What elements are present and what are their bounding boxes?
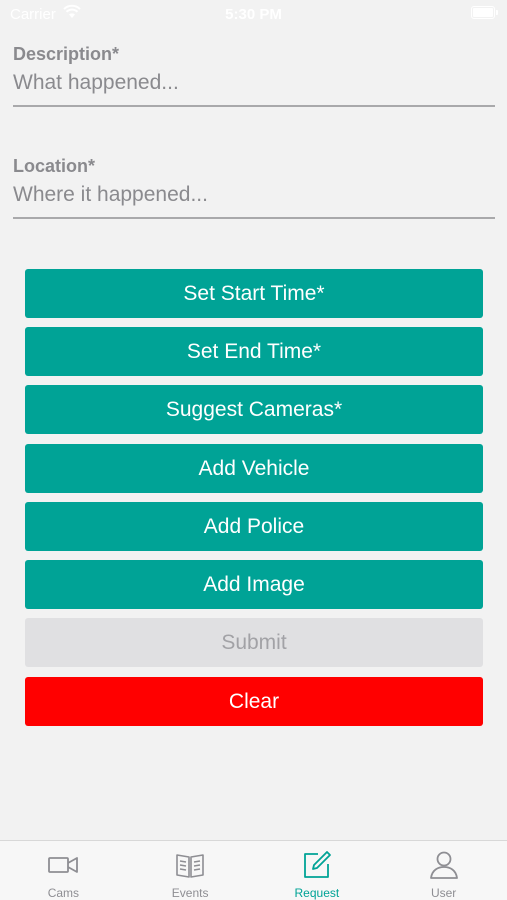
user-icon — [429, 851, 458, 879]
add-image-button[interactable]: Add Image — [25, 560, 483, 609]
add-vehicle-button[interactable]: Add Vehicle — [25, 444, 483, 493]
battery-icon — [471, 6, 498, 19]
edit-icon — [303, 851, 331, 878]
set-end-time-button[interactable]: Set End Time* — [25, 327, 483, 376]
tab-events[interactable]: Events — [127, 841, 254, 900]
tab-user[interactable]: User — [380, 841, 507, 900]
location-input[interactable] — [13, 177, 495, 219]
status-bar: Carrier 5:30 PM — [0, 0, 507, 30]
book-icon — [176, 854, 204, 878]
description-input[interactable] — [13, 65, 495, 107]
add-police-button[interactable]: Add Police — [25, 502, 483, 551]
description-field: Description* — [13, 44, 495, 107]
tab-request[interactable]: Request — [254, 841, 381, 900]
location-label: Location* — [13, 156, 96, 176]
request-screen: Carrier 5:30 PM Description* Location* S… — [0, 0, 507, 900]
tab-bar: Cams Events Request User — [0, 840, 507, 900]
tab-cams[interactable]: Cams — [0, 841, 127, 900]
description-label: Description* — [13, 44, 120, 64]
suggest-cameras-button[interactable]: Suggest Cameras* — [25, 385, 483, 434]
clock: 5:30 PM — [225, 6, 282, 23]
video-camera-icon — [48, 857, 79, 873]
tab-request-label: Request — [294, 886, 340, 900]
submit-button[interactable]: Submit — [25, 618, 483, 667]
set-start-time-button[interactable]: Set Start Time* — [25, 269, 483, 318]
clear-button[interactable]: Clear — [25, 677, 483, 726]
location-field: Location* — [13, 156, 495, 219]
tab-events-label: Events — [171, 886, 209, 900]
tab-cams-label: Cams — [47, 886, 80, 900]
tab-user-label: User — [430, 886, 457, 900]
